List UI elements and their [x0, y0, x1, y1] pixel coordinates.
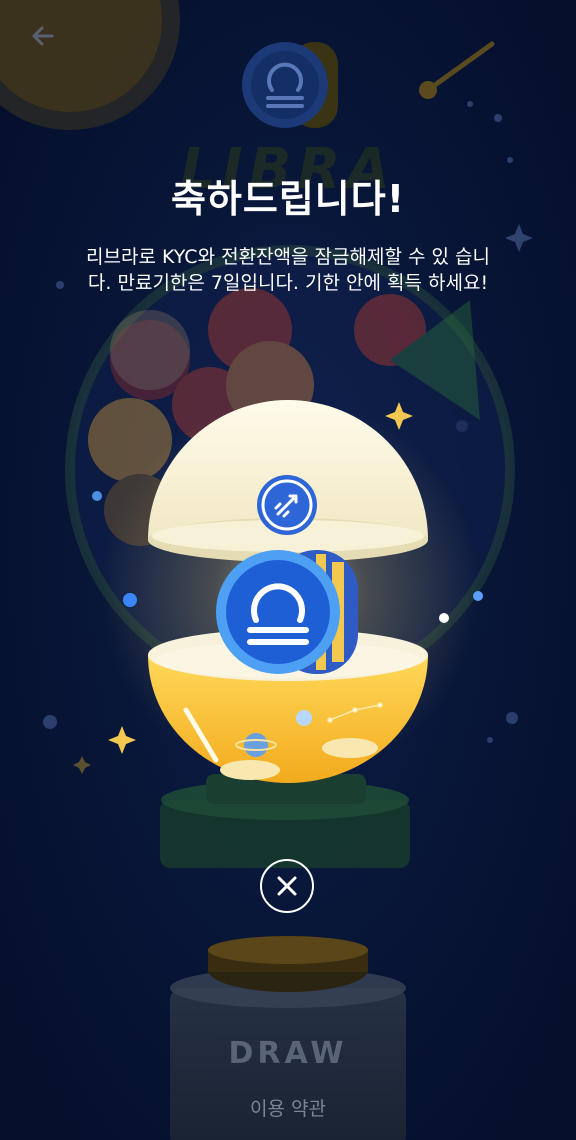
- reward-screen: LIBRA 축하드립니다! 리브라로 KYC와 전환잔액을 잠금해제할 수 있 …: [0, 0, 576, 1140]
- close-button[interactable]: [260, 859, 314, 913]
- close-icon: [277, 876, 297, 896]
- meteor-decoration: [419, 41, 495, 99]
- reward-coin-icon: [216, 550, 358, 674]
- dialog-title: 축하드립니다!: [170, 177, 406, 221]
- dialog-message: 리브라로 KYC와 전환잔액을 잠금해제할 수 있 습니다. 만료기한은 7일입…: [86, 246, 490, 294]
- draw-label: DRAW: [228, 1036, 348, 1071]
- arrow-left-icon[interactable]: [26, 18, 62, 54]
- terms-link[interactable]: 이용 약관: [170, 1094, 406, 1121]
- libra-coin-icon: [242, 42, 338, 128]
- rocket-icon: [257, 475, 317, 535]
